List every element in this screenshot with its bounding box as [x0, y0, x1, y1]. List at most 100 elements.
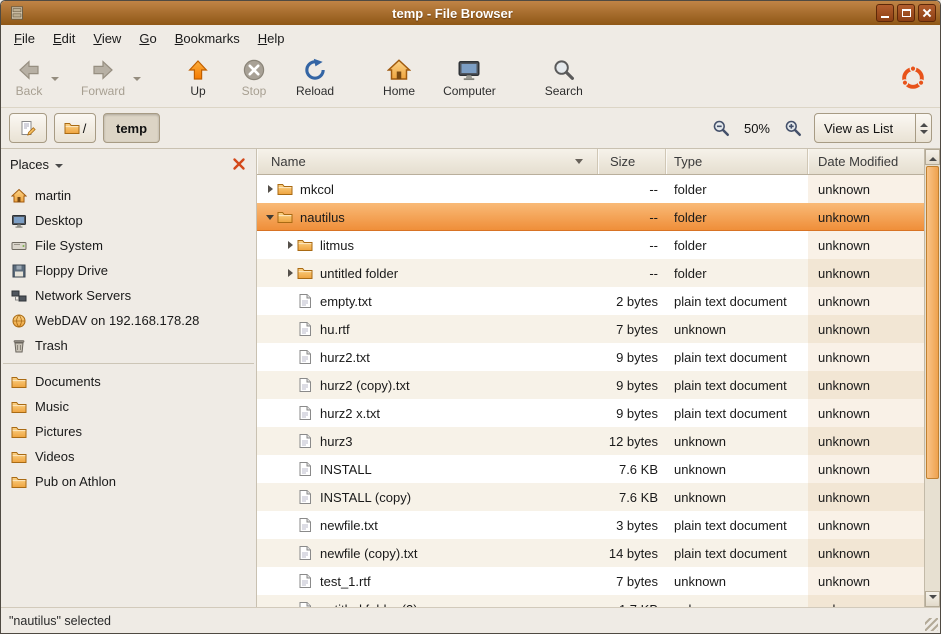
status-bar: "nautilus" selected: [1, 607, 940, 633]
file-name: mkcol: [300, 182, 334, 197]
reload-button[interactable]: Reload: [288, 55, 342, 101]
sidebar-item-webdav[interactable]: WebDAV on 192.168.178.28: [1, 308, 256, 333]
file-name: litmus: [320, 238, 354, 253]
file-row[interactable]: hu.rtf 7 bytes unknown unknown: [257, 315, 924, 343]
forward-dropdown-icon[interactable]: [133, 77, 141, 85]
scrollbar-thumb[interactable]: [926, 166, 939, 479]
arrow-up-icon: [186, 58, 210, 82]
menu-edit[interactable]: Edit: [44, 27, 84, 50]
path-button-temp[interactable]: temp: [103, 113, 160, 143]
file-name: INSTALL (copy): [320, 490, 411, 505]
expander-collapsed-icon[interactable]: [283, 241, 297, 249]
menu-file[interactable]: File: [5, 27, 44, 50]
file-name: untitled folder: [320, 266, 398, 281]
file-row[interactable]: newfile.txt 3 bytes plain text document …: [257, 511, 924, 539]
sidebar-item-filesystem[interactable]: File System: [1, 233, 256, 258]
view-mode-stepper[interactable]: [915, 114, 931, 142]
chevron-down-icon[interactable]: [55, 164, 63, 172]
folder-icon: [11, 399, 27, 415]
sidebar-item-home[interactable]: martin: [1, 183, 256, 208]
title-bar[interactable]: temp - File Browser: [1, 1, 940, 25]
file-name: hurz2.txt: [320, 350, 370, 365]
file-name: newfile.txt: [320, 518, 378, 533]
status-text: "nautilus" selected: [9, 614, 111, 628]
sidebar-item-pub-on-athlon[interactable]: Pub on Athlon: [1, 469, 256, 494]
search-button[interactable]: Search: [537, 55, 591, 101]
zoom-out-button[interactable]: [707, 114, 735, 142]
minimize-button[interactable]: [876, 4, 894, 22]
file-name: test_1.rtf: [320, 574, 371, 589]
file-name: nautilus: [300, 210, 345, 225]
menu-help[interactable]: Help: [249, 27, 294, 50]
column-header-type[interactable]: Type: [666, 149, 808, 174]
text-file-icon: [297, 517, 313, 533]
up-button[interactable]: Up: [176, 55, 220, 101]
sidebar-item-desktop[interactable]: Desktop: [1, 208, 256, 233]
vertical-scrollbar[interactable]: [924, 149, 940, 607]
text-file-icon: [297, 545, 313, 561]
menu-bookmarks[interactable]: Bookmarks: [166, 27, 249, 50]
file-row[interactable]: hurz3 12 bytes unknown unknown: [257, 427, 924, 455]
edit-location-button[interactable]: [9, 113, 47, 143]
file-row[interactable]: untitled folder -- folder unknown: [257, 259, 924, 287]
sidebar-item-trash[interactable]: Trash: [1, 333, 256, 358]
sidebar-item-music[interactable]: Music: [1, 394, 256, 419]
scrollbar-up-button[interactable]: [925, 149, 940, 165]
sidebar-item-network[interactable]: Network Servers: [1, 283, 256, 308]
back-dropdown-icon[interactable]: [51, 77, 59, 85]
file-row[interactable]: litmus -- folder unknown: [257, 231, 924, 259]
menu-go[interactable]: Go: [130, 27, 165, 50]
file-row[interactable]: newfile (copy).txt 14 bytes plain text d…: [257, 539, 924, 567]
expander-collapsed-icon[interactable]: [283, 269, 297, 277]
scrollbar-track[interactable]: [925, 165, 940, 591]
file-row[interactable]: INSTALL (copy) 7.6 KB unknown unknown: [257, 483, 924, 511]
sidebar-close-button[interactable]: [231, 156, 247, 172]
file-name: empty.txt: [320, 294, 372, 309]
search-icon: [552, 58, 576, 82]
chevron-down-icon: [920, 130, 928, 138]
folder-icon: [11, 474, 27, 490]
expander-expanded-icon[interactable]: [263, 211, 277, 224]
sidebar-title[interactable]: Places: [10, 157, 49, 172]
file-row[interactable]: test_1.rtf 7 bytes unknown unknown: [257, 567, 924, 595]
forward-button[interactable]: Forward: [73, 55, 133, 101]
zoom-level: 50%: [744, 121, 770, 136]
sidebar-item-floppy[interactable]: Floppy Drive: [1, 258, 256, 283]
file-row[interactable]: hurz2.txt 9 bytes plain text document un…: [257, 343, 924, 371]
column-header-size[interactable]: Size: [598, 149, 666, 174]
column-header-name[interactable]: Name: [257, 149, 598, 174]
computer-button[interactable]: Computer: [435, 55, 504, 101]
file-row[interactable]: hurz2 (copy).txt 9 bytes plain text docu…: [257, 371, 924, 399]
sidebar-item-documents[interactable]: Documents: [1, 369, 256, 394]
expander-collapsed-icon[interactable]: [263, 185, 277, 193]
text-file-icon: [297, 377, 313, 393]
file-row[interactable]: INSTALL 7.6 KB unknown unknown: [257, 455, 924, 483]
zoom-in-button[interactable]: [779, 114, 807, 142]
home-folder-icon: [11, 188, 27, 204]
column-header-date-modified[interactable]: Date Modified: [808, 149, 924, 174]
folder-icon: [64, 120, 80, 136]
maximize-button[interactable]: [897, 4, 915, 22]
file-list-view: Name Size Type Date Modified mkcol -- fo…: [257, 149, 940, 607]
close-button[interactable]: [918, 4, 936, 22]
file-row-selected[interactable]: nautilus -- folder unknown: [257, 203, 924, 231]
home-button[interactable]: Home: [375, 55, 423, 101]
chevron-down-icon: [929, 595, 937, 603]
stop-button[interactable]: Stop: [232, 55, 276, 101]
view-mode-select[interactable]: View as List: [814, 113, 932, 143]
scrollbar-down-button[interactable]: [925, 591, 940, 607]
resize-grip[interactable]: [925, 618, 938, 631]
menu-view[interactable]: View: [84, 27, 130, 50]
file-row[interactable]: hurz2 x.txt 9 bytes plain text document …: [257, 399, 924, 427]
file-row[interactable]: empty.txt 2 bytes plain text document un…: [257, 287, 924, 315]
arrow-left-icon: [17, 58, 41, 82]
back-button[interactable]: Back: [7, 55, 51, 101]
file-row[interactable]: untitled folder (2) 1.7 KB unknown unkno…: [257, 595, 924, 607]
file-row[interactable]: mkcol -- folder unknown: [257, 175, 924, 203]
path-button-root[interactable]: /: [54, 113, 96, 143]
floppy-icon: [11, 263, 27, 279]
sidebar-item-pictures[interactable]: Pictures: [1, 419, 256, 444]
webdav-share-icon: [11, 313, 27, 329]
folder-icon: [277, 209, 293, 225]
sidebar-item-videos[interactable]: Videos: [1, 444, 256, 469]
